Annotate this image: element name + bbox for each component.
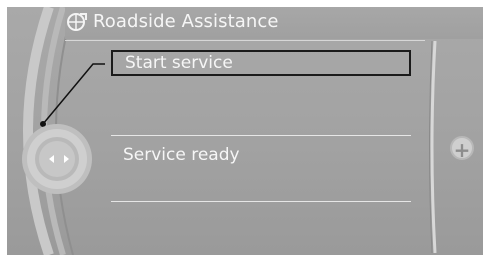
- idrive-screen: Roadside Assistance Start service Servic…: [7, 7, 483, 255]
- controller-knob-icon[interactable]: [21, 121, 97, 197]
